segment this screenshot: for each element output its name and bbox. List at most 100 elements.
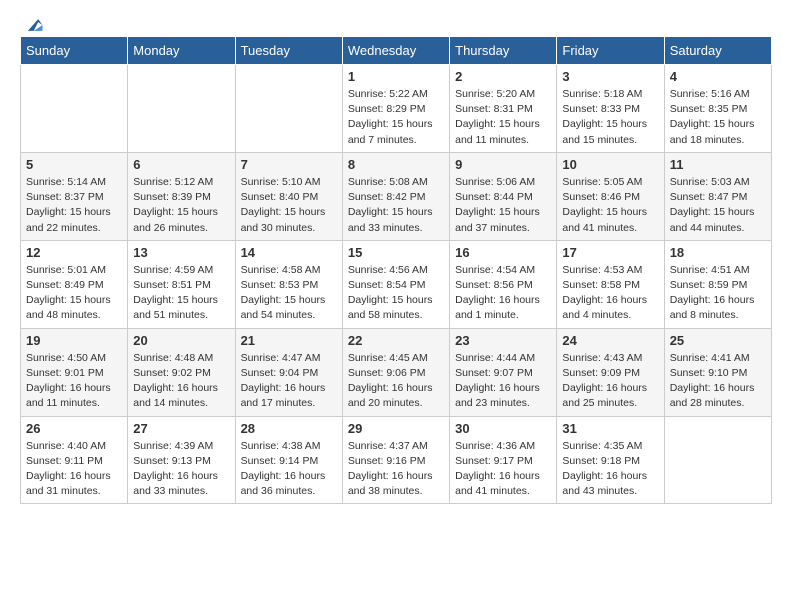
day-info-line: Sunset: 8:35 PM — [670, 103, 748, 115]
day-info: Sunrise: 4:59 AM Sunset: 8:51 PM Daylight:… — [133, 263, 229, 324]
day-info-line: Sunset: 8:56 PM — [455, 279, 533, 291]
day-info-line: Sunrise: 5:01 AM — [26, 264, 106, 276]
day-info-line: Daylight: 15 hours — [348, 206, 433, 218]
day-header-thursday: Thursday — [450, 37, 557, 65]
day-info-line: Daylight: 16 hours — [241, 470, 326, 482]
calendar-cell: 1Sunrise: 5:22 AMSunset: 8:29 PMDaylight… — [342, 65, 449, 153]
day-info-line: and 33 minutes. — [348, 222, 423, 234]
day-info-line: and 8 minutes. — [670, 309, 739, 321]
day-number: 26 — [26, 421, 122, 436]
day-number: 13 — [133, 245, 229, 260]
day-number: 31 — [562, 421, 658, 436]
day-info-line: Daylight: 15 hours — [562, 206, 647, 218]
day-info: Sunrise: 4:35 AMSunset: 9:18 PMDaylight:… — [562, 439, 658, 500]
day-info-line: Sunset: 9:10 PM — [670, 367, 748, 379]
day-info-line: and 43 minutes. — [562, 485, 637, 497]
calendar-week-3: 19Sunrise: 4:50 AMSunset: 9:01 PMDayligh… — [21, 328, 772, 416]
day-info-line: Sunset: 8:54 PM — [348, 279, 426, 291]
day-info-line: Sunset: 9:02 PM — [133, 367, 211, 379]
calendar-cell: 4Sunrise: 5:16 AMSunset: 8:35 PMDaylight… — [664, 65, 771, 153]
calendar-cell: 12Sunrise: 5:01 AMSunset: 8:49 PMDayligh… — [21, 240, 128, 328]
calendar-cell — [128, 65, 235, 153]
day-info: Sunrise: 4:41 AMSunset: 9:10 PMDaylight:… — [670, 351, 766, 412]
calendar-wrapper: SundayMondayTuesdayWednesdayThursdayFrid… — [0, 36, 792, 514]
day-info: Sunrise: 4:40 AMSunset: 9:11 PMDaylight:… — [26, 439, 122, 500]
calendar-cell: 21Sunrise: 4:47 AMSunset: 9:04 PMDayligh… — [235, 328, 342, 416]
day-info-line: and 22 minutes. — [26, 222, 101, 234]
day-info-line: and 37 minutes. — [455, 222, 530, 234]
day-info-line: Sunrise: 4:58 AM — [241, 264, 321, 276]
day-info-line: Daylight: 15 hours — [455, 206, 540, 218]
day-info-line: Sunrise: 4:56 AM — [348, 264, 428, 276]
day-info-line: Sunrise: 5:20 AM — [455, 88, 535, 100]
day-info-line: Sunrise: 4:36 AM — [455, 440, 535, 452]
calendar-cell: 10Sunrise: 5:05 AMSunset: 8:46 PMDayligh… — [557, 152, 664, 240]
day-info-line: Sunset: 8:47 PM — [670, 191, 748, 203]
day-info: Sunrise: 5:12 AMSunset: 8:39 PMDaylight:… — [133, 175, 229, 236]
day-number: 27 — [133, 421, 229, 436]
calendar-cell: 27Sunrise: 4:39 AMSunset: 9:13 PMDayligh… — [128, 416, 235, 504]
calendar-cell: 6Sunrise: 5:12 AMSunset: 8:39 PMDaylight… — [128, 152, 235, 240]
day-info-line: Daylight: 16 hours — [562, 470, 647, 482]
calendar-cell: 14Sunrise: 4:58 AMSunset: 8:53 PMDayligh… — [235, 240, 342, 328]
day-info-line: Sunset: 9:09 PM — [562, 367, 640, 379]
day-info-line: Daylight: 15 hours — [241, 206, 326, 218]
day-info-line: Daylight: 16 hours — [348, 470, 433, 482]
day-number: 15 — [348, 245, 444, 260]
day-info-line: Sunrise: 4:59 AM — [133, 264, 213, 276]
day-info-line: and 11 minutes. — [455, 134, 529, 146]
day-number: 30 — [455, 421, 551, 436]
day-info-line: and 25 minutes. — [562, 397, 637, 409]
day-info-line: Sunrise: 5:05 AM — [562, 176, 642, 188]
day-number: 23 — [455, 333, 551, 348]
calendar-body: 1Sunrise: 5:22 AMSunset: 8:29 PMDaylight… — [21, 65, 772, 504]
day-info-line: Daylight: 15 hours — [26, 294, 111, 306]
day-info-line: Sunrise: 4:44 AM — [455, 352, 535, 364]
day-info: Sunrise: 5:08 AMSunset: 8:42 PMDaylight:… — [348, 175, 444, 236]
day-info-line: Daylight: 16 hours — [26, 382, 111, 394]
day-info-line: Daylight: 16 hours — [26, 470, 111, 482]
day-info-line: Sunrise: 4:47 AM — [241, 352, 321, 364]
day-info-line: Daylight: 16 hours — [133, 470, 218, 482]
day-info-line: Sunset: 8:58 PM — [562, 279, 640, 291]
day-info-line: Sunrise: 5:03 AM — [670, 176, 750, 188]
day-number: 5 — [26, 157, 122, 172]
day-info-line: Sunset: 8:33 PM — [562, 103, 640, 115]
day-info-line: Sunrise: 5:22 AM — [348, 88, 428, 100]
day-info-line: Sunset: 8:51 PM — [133, 279, 211, 291]
day-number: 29 — [348, 421, 444, 436]
day-info-line: and 36 minutes. — [241, 485, 316, 497]
day-info-line: Sunrise: 4:48 AM — [133, 352, 213, 364]
day-info-line: Sunrise: 4:37 AM — [348, 440, 428, 452]
day-info-line: Sunset: 8:53 PM — [241, 279, 319, 291]
day-info: Sunrise: 5:22 AMSunset: 8:29 PMDaylight:… — [348, 87, 444, 148]
calendar-cell: 26 Sunrise: 4:40 AMSunset: 9:11 PMDayligh… — [21, 416, 128, 504]
day-number: 3 — [562, 69, 658, 84]
day-info-line: Sunrise: 5:08 AM — [348, 176, 428, 188]
day-number: 17 — [562, 245, 658, 260]
calendar-cell: 23Sunrise: 4:44 AMSunset: 9:07 PMDayligh… — [450, 328, 557, 416]
day-info-line: Sunrise: 5:16 AM — [670, 88, 750, 100]
header — [0, 0, 792, 36]
day-number: 20 — [133, 333, 229, 348]
day-info-line: Daylight: 15 hours — [133, 294, 218, 306]
day-info-line: Sunrise: 4:38 AM — [241, 440, 321, 452]
day-info-line: and 11 minutes. — [26, 397, 100, 409]
day-info-line: Sunset: 9:13 PM — [133, 455, 211, 467]
logo-icon — [22, 14, 44, 36]
day-info-line: and 18 minutes. — [670, 134, 745, 146]
calendar-cell: 28Sunrise: 4:38 AMSunset: 9:14 PMDayligh… — [235, 416, 342, 504]
day-info: Sunrise: 4:51 AMSunset: 8:59 PMDaylight:… — [670, 263, 766, 324]
day-info-line: Sunrise: 4:53 AM — [562, 264, 642, 276]
calendar-cell: 18Sunrise: 4:51 AMSunset: 8:59 PMDayligh… — [664, 240, 771, 328]
day-info-line: Sunset: 8:44 PM — [455, 191, 533, 203]
calendar-cell: 19Sunrise: 4:50 AMSunset: 9:01 PMDayligh… — [21, 328, 128, 416]
day-info: Sunrise: 5:16 AMSunset: 8:35 PMDaylight:… — [670, 87, 766, 148]
day-info-line: Sunset: 9:14 PM — [241, 455, 319, 467]
calendar-table: SundayMondayTuesdayWednesdayThursdayFrid… — [20, 36, 772, 504]
day-info-line: Sunset: 9:18 PM — [562, 455, 640, 467]
calendar-cell: 25Sunrise: 4:41 AMSunset: 9:10 PMDayligh… — [664, 328, 771, 416]
day-info-line: Sunset: 8:31 PM — [455, 103, 533, 115]
day-info-line: and 17 minutes. — [241, 397, 316, 409]
day-number: 14 — [241, 245, 337, 260]
